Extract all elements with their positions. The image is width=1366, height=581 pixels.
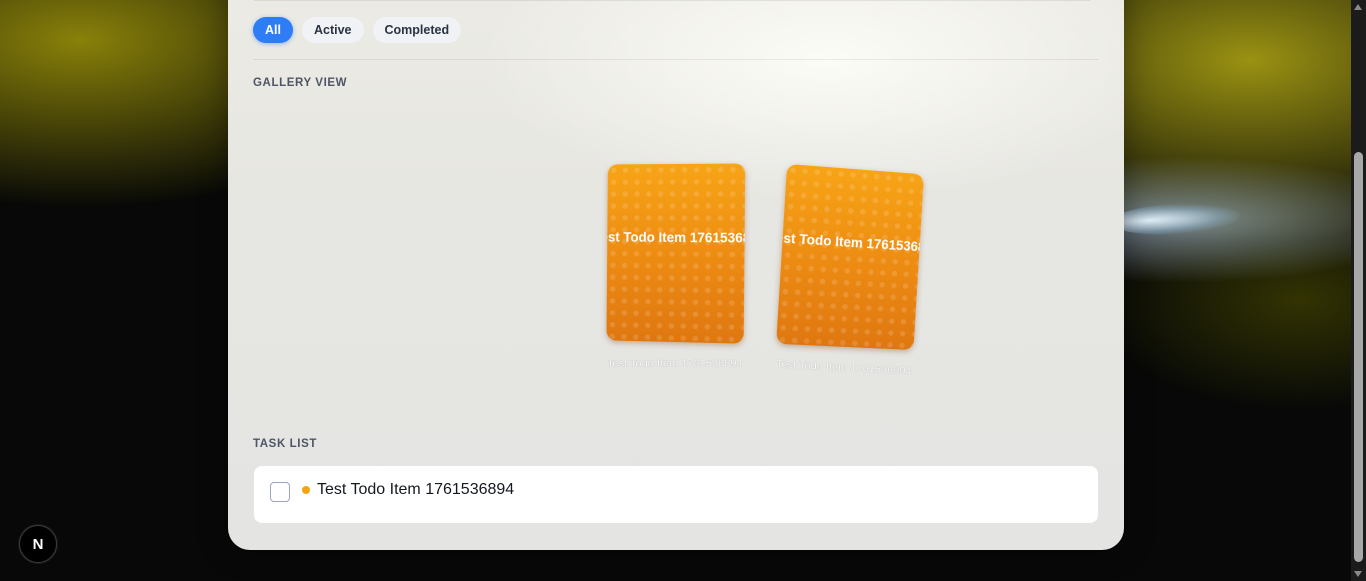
gallery-view-title: GALLERY VIEW	[253, 77, 348, 89]
scrollbar-thumb[interactable]	[1354, 152, 1363, 562]
filter-tabs: All Active Completed	[253, 17, 462, 43]
priority-dot	[302, 486, 310, 494]
top-divider	[254, 0, 1090, 1]
task-title: Test Todo Item 1761536894	[317, 481, 515, 498]
task-item[interactable]: Test Todo Item 1761536894	[254, 466, 1098, 523]
scrollbar[interactable]	[1351, 0, 1366, 581]
task-list-title: TASK LIST	[253, 438, 317, 450]
scroll-up-arrow-icon[interactable]	[1354, 4, 1362, 10]
gallery-card[interactable]: Test Todo Item 1761536894	[776, 163, 924, 351]
filter-completed-button[interactable]: Completed	[372, 17, 462, 43]
gallery-card-title: Test Todo Item 1761536894	[776, 229, 924, 256]
filter-active-button[interactable]: Active	[301, 17, 364, 43]
gallery-card-reflection: Test Todo Item 1761536894	[607, 358, 743, 370]
task-checkbox[interactable]	[270, 482, 290, 502]
nextjs-logo-icon[interactable]: N	[19, 525, 57, 563]
section-divider	[253, 59, 1099, 60]
gallery-card[interactable]: Test Todo Item 1761536894	[606, 163, 746, 344]
filter-all-button[interactable]: All	[253, 17, 293, 43]
badge-label: N	[32, 535, 44, 553]
scroll-down-arrow-icon[interactable]	[1354, 571, 1362, 577]
gallery-card-title: Test Todo Item 1761536894	[606, 229, 746, 246]
